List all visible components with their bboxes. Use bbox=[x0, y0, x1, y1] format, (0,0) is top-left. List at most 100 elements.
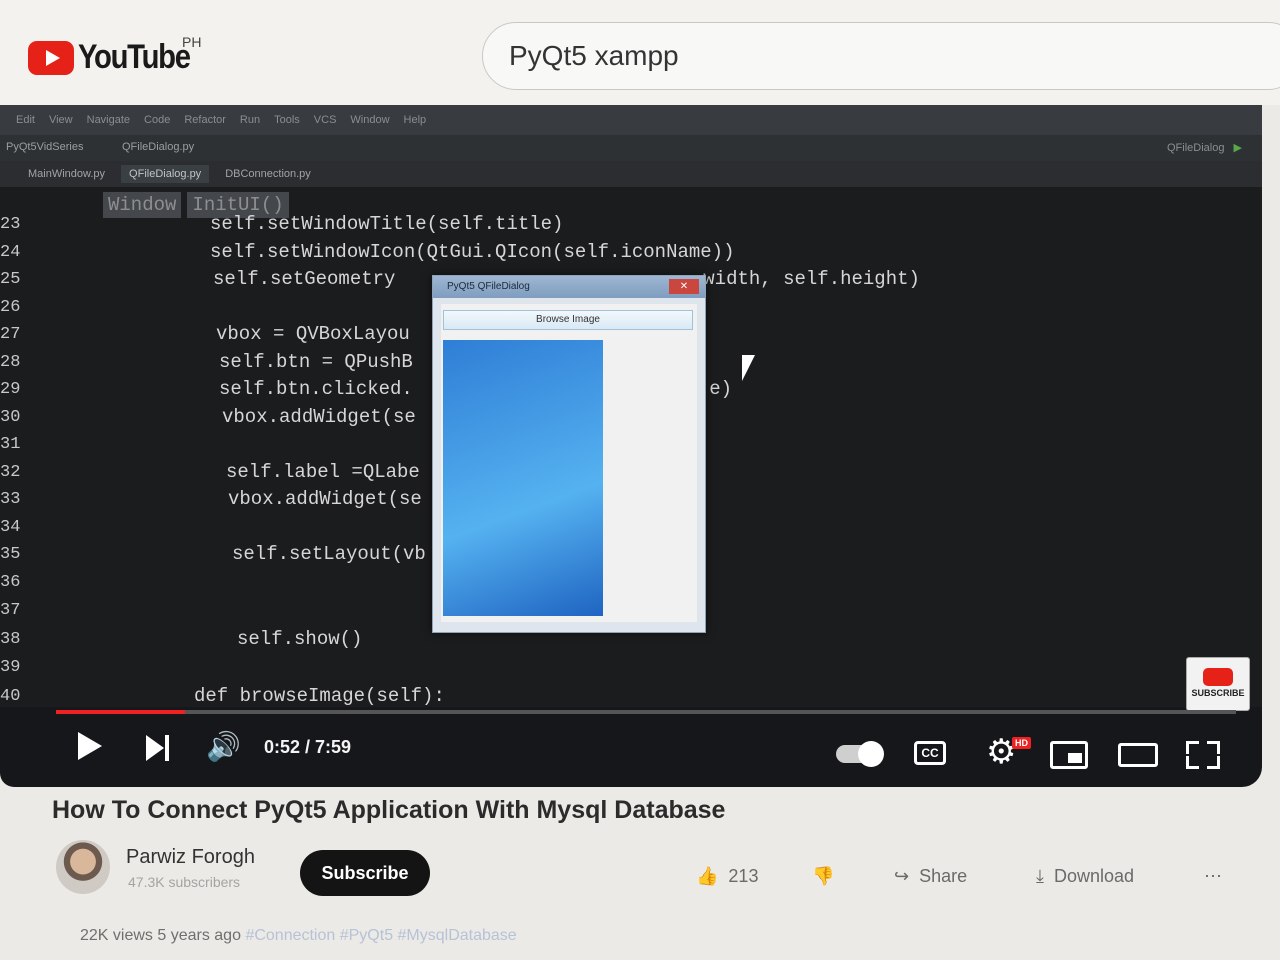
progress-bar[interactable] bbox=[56, 710, 1236, 714]
thumbs-up-icon: 👍 bbox=[696, 866, 719, 886]
more-dots-icon: ⋯ bbox=[1204, 866, 1222, 886]
line-number: 33 bbox=[0, 490, 21, 509]
run-icon: ▶ bbox=[1233, 142, 1242, 154]
download-button[interactable]: ⤓ Download bbox=[1036, 866, 1134, 887]
next-video-icon[interactable] bbox=[146, 735, 170, 761]
youtube-play-logo-icon bbox=[28, 40, 74, 75]
dialog-titlebar: PyQt5 QFileDialog ✕ bbox=[433, 276, 705, 298]
line-number: 27 bbox=[0, 325, 21, 344]
share-button[interactable]: ↪ Share bbox=[894, 866, 967, 887]
subscriber-count: 47.3K subscribers bbox=[128, 874, 241, 890]
browse-image-button: Browse Image bbox=[443, 310, 693, 330]
line-number: 23 bbox=[0, 215, 21, 234]
volume-icon[interactable]: 🔊 bbox=[206, 733, 241, 761]
theater-mode-icon[interactable] bbox=[1118, 743, 1158, 767]
country-code: PH bbox=[182, 34, 202, 50]
ide-menu-item: Window bbox=[350, 114, 390, 126]
line-number: 29 bbox=[0, 380, 21, 399]
search-input[interactable]: PyQt5 xampp bbox=[482, 22, 1280, 90]
ide-file-tab: QFileDialog.py bbox=[121, 165, 210, 183]
qfiledialog-window: PyQt5 QFileDialog ✕ Browse Image bbox=[432, 275, 706, 633]
progress-played bbox=[56, 710, 185, 714]
download-icon: ⤓ bbox=[1036, 866, 1044, 886]
ide-menu-item: Tools bbox=[274, 114, 300, 126]
image-preview bbox=[443, 340, 603, 616]
ide-menu-item: Navigate bbox=[86, 114, 131, 126]
code-line: vbox = QVBoxLayou bbox=[216, 323, 410, 345]
ide-file-tab: MainWindow.py bbox=[28, 168, 106, 180]
code-line: self.setWindowIcon(QtGui.QIcon(self.icon… bbox=[210, 240, 735, 263]
line-number: 26 bbox=[0, 297, 21, 317]
subscribe-watermark[interactable]: SUBSCRIBE bbox=[1186, 657, 1250, 711]
code-line: self.label =QLabe bbox=[226, 460, 420, 483]
close-icon: ✕ bbox=[669, 279, 699, 294]
code-line: self.setLayout(vb bbox=[232, 543, 426, 565]
code-line: vbox.addWidget(se bbox=[228, 488, 422, 510]
search-query: PyQt5 xampp bbox=[509, 40, 679, 71]
fullscreen-icon[interactable] bbox=[1186, 741, 1220, 769]
line-number: 36 bbox=[0, 572, 21, 592]
thumbs-down-icon: 👎 bbox=[812, 866, 835, 886]
share-label: Share bbox=[919, 866, 968, 886]
ide-menu-item: Code bbox=[144, 114, 171, 126]
like-count: 213 bbox=[728, 866, 759, 886]
youtube-header: YouTube PH PyQt5 xampp bbox=[0, 0, 1280, 105]
youtube-logo[interactable]: YouTube bbox=[28, 38, 208, 77]
breadcrumb-class: Window bbox=[103, 192, 182, 218]
ide-menu-item: View bbox=[48, 114, 73, 126]
mouse-cursor-icon bbox=[742, 355, 755, 381]
line-number: 25 bbox=[0, 270, 21, 289]
dialog-body: Browse Image bbox=[441, 304, 697, 622]
video-title: How To Connect PyQt5 Application With My… bbox=[52, 796, 726, 824]
dialog-title: PyQt5 QFileDialog bbox=[447, 281, 530, 292]
line-number: 32 bbox=[0, 462, 21, 482]
line-number: 30 bbox=[0, 407, 21, 427]
autoplay-toggle[interactable] bbox=[836, 741, 884, 767]
share-arrow-icon: ↪ bbox=[894, 866, 910, 886]
more-actions-button[interactable]: ⋯ bbox=[1204, 866, 1222, 887]
ide-menu-item: Help bbox=[403, 114, 427, 126]
run-config-label: QFileDialog bbox=[1167, 142, 1225, 154]
ide-menu-item: Refactor bbox=[184, 114, 226, 126]
miniplayer-icon[interactable] bbox=[1050, 741, 1088, 769]
like-button[interactable]: 👍 213 bbox=[696, 866, 758, 887]
code-line: def browseImage(self): bbox=[194, 684, 445, 707]
watermark-label: SUBSCRIBE bbox=[1191, 688, 1245, 698]
subscribe-button[interactable]: Subscribe bbox=[300, 850, 430, 896]
dislike-button[interactable]: 👎 bbox=[812, 866, 834, 887]
code-line: self.btn = QPushB bbox=[219, 350, 413, 373]
play-icon[interactable] bbox=[78, 732, 102, 760]
download-label: Download bbox=[1053, 866, 1135, 886]
time-display: 0:52 / 7:59 bbox=[264, 737, 352, 757]
code-line: self.setWindowTitle(self.title) bbox=[210, 213, 564, 235]
ide-menu-item: VCS bbox=[313, 114, 337, 126]
ide-menu-item: Run bbox=[239, 114, 261, 126]
line-number: 24 bbox=[0, 242, 21, 262]
code-line: self.show() bbox=[237, 627, 363, 650]
ide-menu-item: Edit bbox=[16, 114, 35, 126]
captions-icon[interactable]: CC bbox=[914, 741, 946, 765]
line-number: 34 bbox=[0, 517, 21, 537]
line-number: 31 bbox=[0, 435, 21, 454]
line-number: 39 bbox=[0, 658, 21, 677]
ide-file-tab: DBConnection.py bbox=[225, 168, 311, 180]
channel-avatar[interactable] bbox=[56, 840, 110, 894]
line-number: 40 bbox=[0, 686, 21, 706]
line-number: 37 bbox=[0, 601, 21, 620]
logo-text: YouTube bbox=[78, 38, 191, 76]
hashtags[interactable]: #Connection #PyQt5 #MysqlDatabase bbox=[245, 927, 516, 944]
watermark-play-icon bbox=[1203, 668, 1233, 686]
video-meta: 22K views 5 years ago #Connection #PyQt5… bbox=[80, 927, 517, 945]
project-crumb: PyQt5VidSeries bbox=[6, 141, 84, 153]
run-config: QFileDialog ▶ bbox=[1167, 141, 1242, 154]
video-player[interactable]: Edit View Navigate Code Refactor Run Tools VCS W… bbox=[0, 105, 1262, 787]
line-number: 38 bbox=[0, 629, 21, 649]
views-and-date: 22K views 5 years ago bbox=[80, 927, 241, 944]
line-number: 28 bbox=[0, 352, 21, 372]
ide-navigation-bar: PyQt5VidSeries QFileDialog.py QFileDialo… bbox=[0, 135, 1262, 161]
code-line: vbox.addWidget(se bbox=[222, 405, 416, 428]
ide-menu-bar: Edit View Navigate Code Refactor Run Tools VCS W… bbox=[0, 105, 1262, 135]
line-number: 35 bbox=[0, 545, 21, 564]
hd-badge: HD bbox=[1012, 737, 1031, 749]
channel-name[interactable]: Parwiz Forogh bbox=[126, 846, 255, 869]
